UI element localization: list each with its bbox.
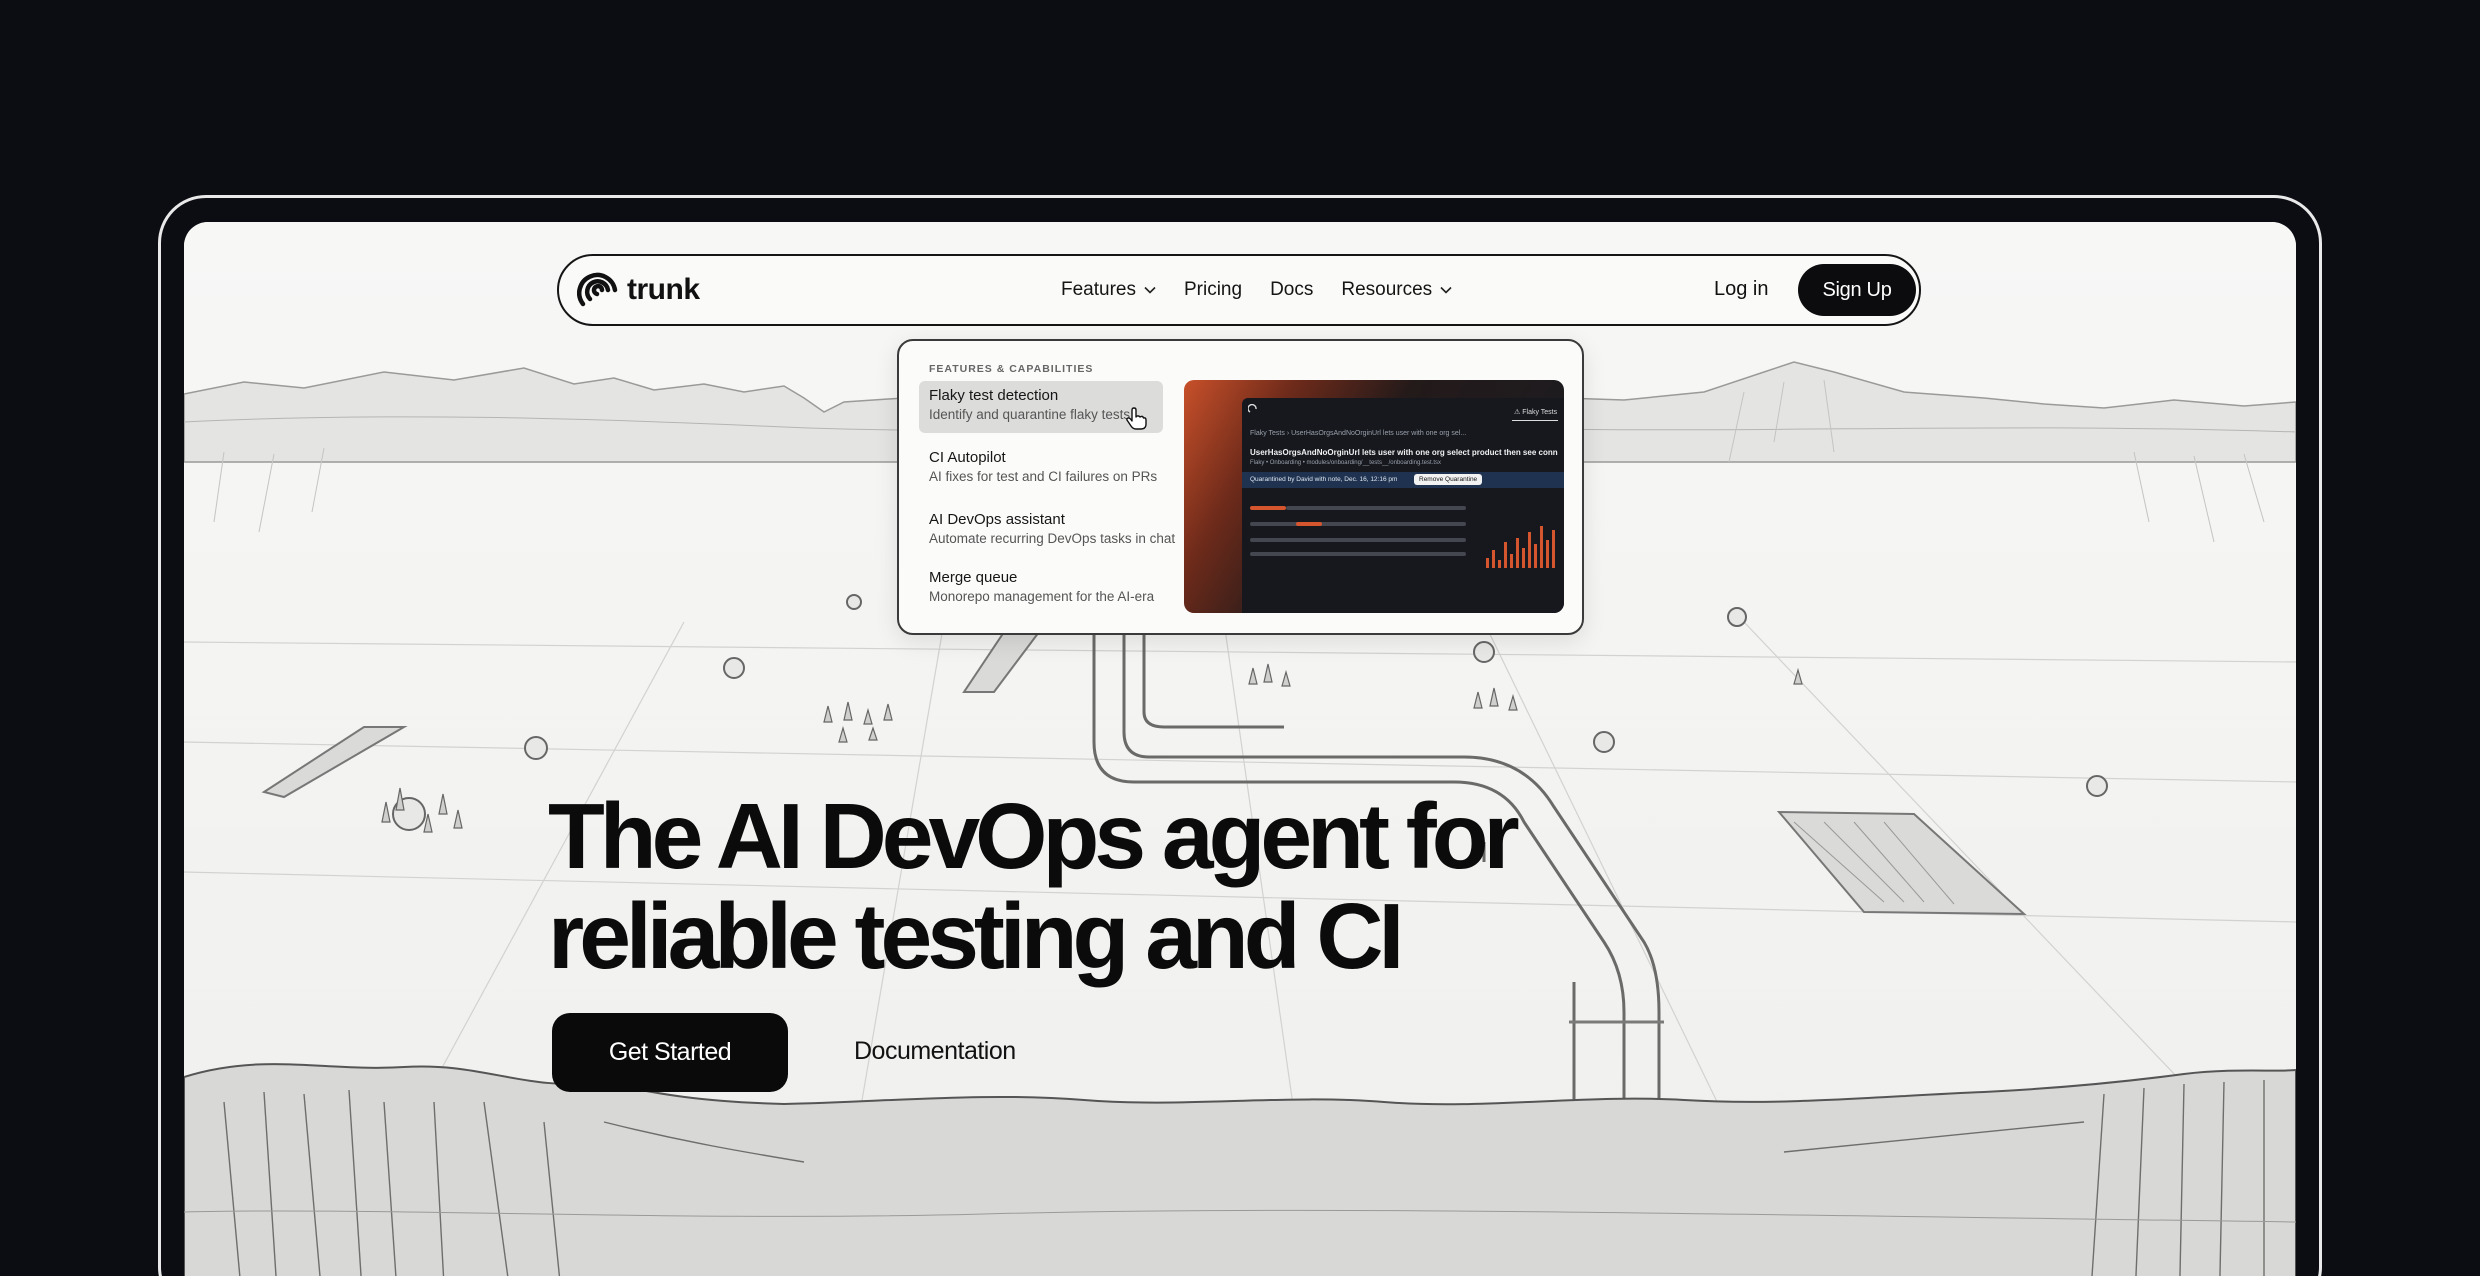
- dropdown-item-merge-queue[interactable]: Merge queue Monorepo management for the …: [919, 563, 1163, 615]
- hand-cursor-icon: [1126, 407, 1147, 430]
- preview-spike: [1510, 554, 1513, 568]
- chevron-down-icon: [1440, 286, 1452, 294]
- preview-spike: [1528, 532, 1531, 568]
- dropdown-heading: FEATURES & CAPABILITIES: [929, 363, 1094, 375]
- preview-spike: [1522, 548, 1525, 568]
- dropdown-item-desc: Automate recurring DevOps tasks in chat: [929, 531, 1176, 546]
- nav-docs-label: Docs: [1270, 279, 1314, 300]
- preview-spike: [1552, 530, 1555, 568]
- preview-spike: [1498, 560, 1501, 568]
- features-dropdown-menu: FEATURES & CAPABILITIES Flaky test detec…: [897, 339, 1584, 635]
- nav-pricing[interactable]: Pricing: [1184, 279, 1242, 301]
- dropdown-item-title: Flaky test detection: [929, 387, 1059, 404]
- nav-docs[interactable]: Docs: [1270, 279, 1313, 301]
- dropdown-item-desc: AI fixes for test and CI failures on PRs: [929, 469, 1158, 484]
- dropdown-item-title: CI Autopilot: [929, 449, 1006, 466]
- preview-spike: [1492, 550, 1495, 568]
- preview-breadcrumb: Flaky Tests › UserHasOrgsAndNoOrginUrl l…: [1250, 430, 1467, 437]
- get-started-button[interactable]: Get Started: [552, 1013, 788, 1092]
- warning-icon: ⚠: [1514, 409, 1523, 416]
- preview-bar: [1250, 522, 1466, 526]
- top-navbar: trunk Features Pricing Docs Resources Lo…: [557, 254, 1921, 326]
- feature-preview-image: ⚠ Flaky Tests Flaky Tests › UserHasOrgsA…: [1184, 380, 1564, 613]
- hero-headline: The AI DevOps agent for reliable testing…: [548, 786, 1548, 986]
- preview-tab-label: ⚠ Flaky Tests: [1514, 408, 1557, 416]
- nav-pricing-label: Pricing: [1183, 279, 1243, 300]
- preview-bar: [1250, 538, 1466, 542]
- preview-bar: [1250, 552, 1466, 556]
- nav-features[interactable]: Features: [1061, 279, 1156, 301]
- brand-name: trunk: [627, 273, 700, 306]
- dropdown-item-ci-autopilot[interactable]: CI Autopilot AI fixes for test and CI fa…: [919, 443, 1163, 495]
- preview-spike: [1486, 558, 1489, 568]
- preview-remove-quarantine-button: Remove Quarantine: [1414, 474, 1483, 485]
- dropdown-item-desc: Identify and quarantine flaky tests: [929, 407, 1131, 422]
- chevron-down-icon: [1144, 286, 1156, 294]
- hero-headline-line-1: The AI DevOps agent for: [548, 784, 1520, 888]
- dropdown-item-title: Merge queue: [929, 569, 1018, 586]
- preview-bar: [1250, 506, 1286, 510]
- preview-spike: [1534, 544, 1537, 568]
- preview-bar: [1296, 522, 1322, 526]
- preview-spike: [1540, 526, 1543, 568]
- primary-nav: Features Pricing Docs Resources: [1061, 256, 1452, 324]
- preview-tab-text: Flaky Tests: [1522, 409, 1558, 416]
- nav-features-label: Features: [1061, 279, 1136, 300]
- preview-quarantine-note: Quarantined by David with note, Dec. 16,…: [1250, 476, 1398, 483]
- hero-headline-line-2: reliable testing and CI: [548, 884, 1404, 988]
- preview-spike: [1504, 542, 1507, 568]
- dropdown-item-title: AI DevOps assistant: [929, 511, 1065, 528]
- nav-resources[interactable]: Resources: [1341, 279, 1452, 301]
- nav-resources-label: Resources: [1341, 279, 1433, 300]
- preview-test-meta: Flaky • Onboarding • modules/onboarding/…: [1250, 460, 1441, 466]
- preview-test-name: UserHasOrgsAndNoOrginUrl lets user with …: [1250, 448, 1558, 457]
- brand-logo[interactable]: trunk: [577, 266, 700, 314]
- dropdown-item-ai-devops-assistant[interactable]: AI DevOps assistant Automate recurring D…: [919, 505, 1176, 557]
- trunk-logo-icon: [577, 272, 618, 307]
- signup-button[interactable]: Sign Up: [1798, 264, 1916, 316]
- browser-screen: trunk Features Pricing Docs Resources Lo…: [184, 222, 2296, 1276]
- preview-app-panel: ⚠ Flaky Tests Flaky Tests › UserHasOrgsA…: [1242, 398, 1564, 613]
- dropdown-item-desc: Monorepo management for the AI-era: [929, 589, 1155, 604]
- preview-tab-underline: [1512, 420, 1558, 421]
- preview-spike: [1516, 538, 1519, 568]
- preview-spike-chart: [1484, 518, 1560, 568]
- preview-bar: [1286, 506, 1466, 510]
- preview-logo-icon: [1248, 404, 1257, 413]
- documentation-link[interactable]: Documentation: [854, 1037, 1016, 1066]
- login-link[interactable]: Log in: [1714, 278, 1769, 301]
- dropdown-item-flaky-test-detection[interactable]: Flaky test detection Identify and quaran…: [919, 381, 1163, 433]
- preview-spike: [1546, 540, 1549, 568]
